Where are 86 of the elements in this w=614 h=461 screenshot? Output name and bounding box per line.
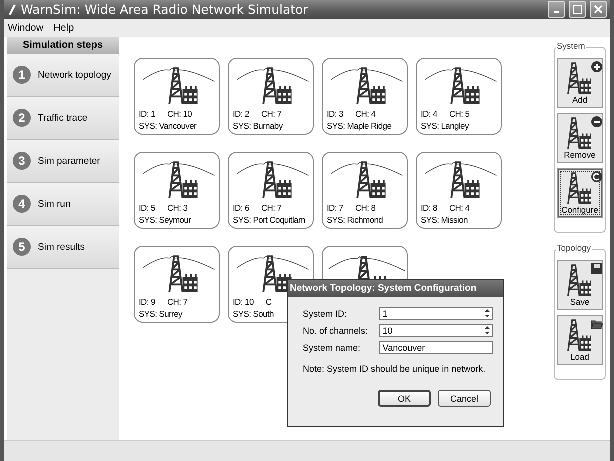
- dialog-title: Network Topology: System Configuration: [288, 280, 503, 297]
- channel-count: CH: 7: [261, 202, 282, 214]
- channel-count: CH: 5: [449, 108, 470, 120]
- tool-button[interactable]: Load: [557, 315, 603, 365]
- step-label: Sim run: [38, 198, 71, 210]
- channel-count: CH: 3: [167, 202, 188, 214]
- maximize-button[interactable]: [569, 1, 586, 18]
- channel-count: CH: 8: [355, 202, 376, 214]
- system-card[interactable]: ID: 8 CH: 4 SYS: Mission: [416, 152, 502, 229]
- channel-count: CH: 10: [167, 108, 192, 120]
- step-item[interactable]: 4 Sim run: [7, 183, 119, 226]
- step-label: Traffic trace: [38, 112, 88, 124]
- app-icon: [7, 4, 17, 16]
- step-number: 3: [13, 152, 31, 170]
- step-item[interactable]: 3 Sim parameter: [7, 140, 119, 183]
- spin-field[interactable]: 10: [378, 324, 493, 337]
- system-id: ID: 6: [233, 202, 250, 214]
- system-name: SYS: Port Coquitlam: [233, 214, 306, 226]
- system-name: SYS: Vancouver: [139, 120, 198, 132]
- channel-count: CH: 4: [449, 202, 470, 214]
- field-label: No. of channels:: [303, 326, 370, 336]
- step-label: Network topology: [38, 70, 112, 80]
- system-id: ID: 2: [233, 108, 250, 120]
- system-card[interactable]: ID: 3 CH: 4 SYS: Maple Ridge: [322, 58, 408, 135]
- system-id: ID: 3: [327, 108, 344, 120]
- step-item[interactable]: 2 Traffic trace: [7, 97, 119, 140]
- system-name: SYS: Seymour: [139, 214, 192, 226]
- folder-icon: [591, 318, 603, 330]
- system-name: SYS: Richmond: [327, 214, 384, 226]
- step-number: 1: [13, 66, 31, 84]
- tool-button[interactable]: Configure: [557, 168, 603, 218]
- minus-icon: [591, 116, 603, 128]
- system-card[interactable]: ID: 7 CH: 8 SYS: Richmond: [322, 152, 408, 229]
- spinner-arrows-icon[interactable]: [483, 325, 492, 336]
- dialog-button[interactable]: OK: [378, 390, 431, 407]
- note-text: Note: System ID should be unique in network.: [303, 364, 487, 374]
- window-title: WarnSim: Wide Area Radio Network Simulator: [21, 2, 310, 17]
- step-item[interactable]: 5 Sim results: [7, 226, 119, 269]
- input-field[interactable]: Vancouver: [378, 341, 493, 354]
- system-card[interactable]: ID: 9 CH: 7 SYS: Surrey: [134, 246, 220, 323]
- spin-field[interactable]: 1: [378, 307, 493, 320]
- sidebar-title: Simulation steps: [7, 37, 119, 54]
- group-title: Topology: [556, 243, 592, 253]
- step-label: Sim results: [38, 242, 85, 252]
- channel-count: C: [266, 296, 272, 308]
- field-label: System name:: [303, 342, 362, 352]
- system-id: ID: 4: [421, 108, 438, 120]
- system-name: SYS: Maple Ridge: [327, 120, 393, 132]
- tool-button[interactable]: Remove: [557, 113, 603, 163]
- system-name: SYS: Langley: [421, 120, 470, 132]
- group-title: System: [556, 41, 586, 51]
- close-icon: [594, 5, 603, 14]
- menu-item[interactable]: Help: [54, 22, 74, 34]
- system-id: ID: 10: [233, 296, 254, 308]
- plus-icon: [591, 61, 603, 73]
- system-card[interactable]: ID: 6 CH: 7 SYS: Port Coquitlam: [228, 152, 314, 229]
- step-number: 2: [13, 109, 31, 127]
- system-card[interactable]: ID: 2 CH: 7 SYS: Burnaby: [228, 58, 314, 135]
- system-id: ID: 9: [139, 296, 156, 308]
- refresh-icon: [591, 171, 603, 183]
- step-number: 4: [13, 195, 31, 213]
- close-button[interactable]: [590, 1, 607, 18]
- step-number: 5: [13, 238, 31, 256]
- channel-count: CH: 7: [167, 296, 188, 308]
- system-card[interactable]: ID: 1 CH: 10 SYS: Vancouver: [134, 58, 220, 135]
- minimize-button[interactable]: [548, 1, 565, 18]
- step-label: Sim parameter: [38, 156, 100, 166]
- system-card[interactable]: ID: 4 CH: 5 SYS: Langley: [416, 58, 502, 135]
- dialog-button[interactable]: Cancel: [438, 390, 491, 407]
- menu-item[interactable]: Window: [8, 22, 44, 34]
- system-card[interactable]: ID: 5 CH: 3 SYS: Seymour: [134, 152, 220, 229]
- system-id: ID: 8: [421, 202, 438, 214]
- system-id: ID: 1: [139, 108, 156, 120]
- system-name: SYS: Mission: [421, 214, 469, 226]
- system-id: ID: 7: [327, 202, 344, 214]
- spinner-arrows-icon[interactable]: [483, 308, 492, 319]
- tool-button[interactable]: Add: [557, 58, 603, 108]
- system-id: ID: 5: [139, 202, 156, 214]
- step-item[interactable]: 1 Network topology: [7, 54, 119, 97]
- tool-button[interactable]: Save: [557, 260, 603, 310]
- channel-count: CH: 7: [261, 108, 282, 120]
- save-icon: [591, 263, 603, 275]
- system-name: SYS: Burnaby: [233, 120, 284, 132]
- channel-count: CH: 4: [355, 108, 376, 120]
- system-name: SYS: Surrey: [139, 308, 184, 320]
- maximize-icon: [573, 5, 582, 14]
